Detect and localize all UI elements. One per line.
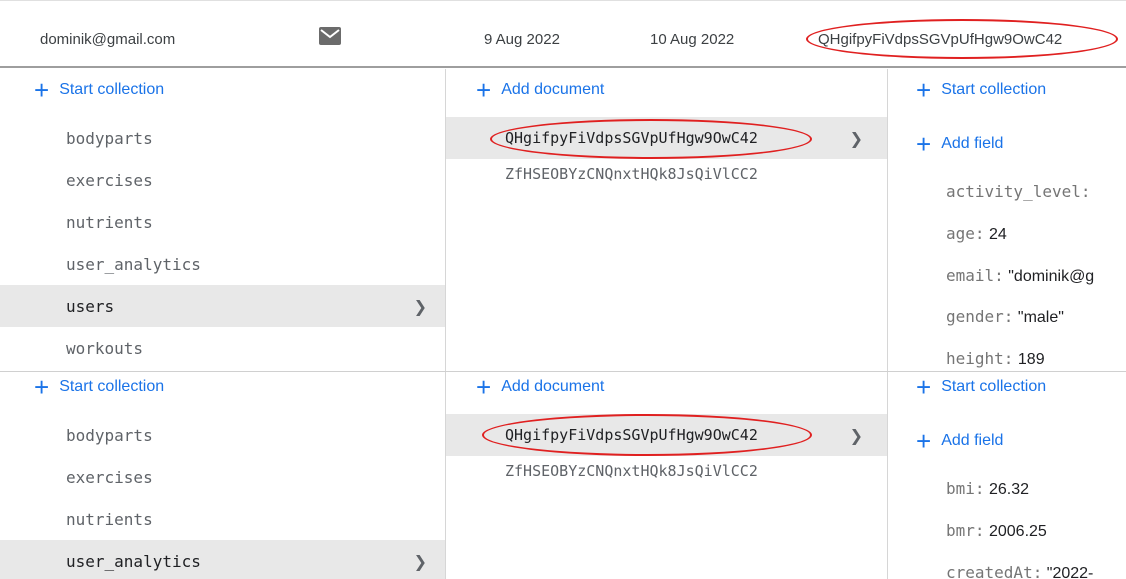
collection-item-exercises[interactable]: exercises <box>0 456 445 498</box>
start-collection-button[interactable]: + Start collection <box>916 374 1046 400</box>
mail-icon <box>319 27 341 45</box>
plus-icon: + <box>34 75 50 105</box>
chevron-right-icon: ❯ <box>849 426 863 445</box>
user-created-date: 9 Aug 2022 <box>484 31 560 48</box>
plus-icon: + <box>916 372 932 402</box>
collection-item-bodyparts[interactable]: bodyparts <box>0 117 445 159</box>
firestore-panel-user-analytics: + Start collection bodyparts exercises n… <box>0 371 1126 579</box>
add-field-button[interactable]: + Add field <box>916 131 1003 157</box>
plus-icon: + <box>476 75 492 105</box>
add-document-button[interactable]: + Add document <box>476 77 604 103</box>
user-email: dominik@gmail.com <box>40 31 176 48</box>
document-item[interactable]: ZfHSEOBYzCNQnxtHQk8JsQiVlCC2 <box>446 159 887 189</box>
add-document-button[interactable]: + Add document <box>476 374 604 400</box>
field-row[interactable]: age: 24 <box>946 224 1007 244</box>
firestore-panel-users: + Start collection bodyparts exercises n… <box>0 69 1126 371</box>
chevron-right-icon: ❯ <box>413 552 427 571</box>
start-collection-button[interactable]: + Start collection <box>34 77 164 103</box>
start-collection-button[interactable]: + Start collection <box>916 77 1046 103</box>
plus-icon: + <box>916 129 932 159</box>
document-column: + Start collection + Add field activity_… <box>888 69 1126 371</box>
user-uid: QHgifpyFiVdpsSGVpUfHgw9OwC42 <box>818 31 1063 48</box>
field-row[interactable]: gender: "male" <box>946 307 1064 327</box>
field-row[interactable]: height: 189 <box>946 349 1045 369</box>
collection-item-exercises[interactable]: exercises <box>0 159 445 201</box>
chevron-right-icon: ❯ <box>413 297 427 316</box>
plus-icon: + <box>34 372 50 402</box>
document-column: + Start collection + Add field bmi: 26.3… <box>888 372 1126 579</box>
collection-item-nutrients[interactable]: nutrients <box>0 201 445 243</box>
collection-item-user-analytics[interactable]: user_analytics <box>0 243 445 285</box>
add-field-button[interactable]: + Add field <box>916 428 1003 454</box>
plus-icon: + <box>916 426 932 456</box>
collection-column: + Add document QHgifpyFiVdpsSGVpUfHgw9Ow… <box>446 69 888 371</box>
field-row[interactable]: bmr: 2006.25 <box>946 521 1047 541</box>
plus-icon: + <box>476 372 492 402</box>
user-signed-in-date: 10 Aug 2022 <box>650 31 735 48</box>
root-column: + Start collection bodyparts exercises n… <box>0 69 446 371</box>
field-row[interactable]: bmi: 26.32 <box>946 479 1029 499</box>
plus-icon: + <box>916 75 932 105</box>
root-column: + Start collection bodyparts exercises n… <box>0 372 446 579</box>
document-item-selected[interactable]: QHgifpyFiVdpsSGVpUfHgw9OwC42 ❯ <box>446 117 887 159</box>
document-item-selected[interactable]: QHgifpyFiVdpsSGVpUfHgw9OwC42 ❯ <box>446 414 887 456</box>
field-row[interactable]: email: "dominik@g <box>946 266 1094 286</box>
collection-item-bodyparts[interactable]: bodyparts <box>0 414 445 456</box>
chevron-right-icon: ❯ <box>849 129 863 148</box>
user-row[interactable]: dominik@gmail.com 9 Aug 2022 10 Aug 2022… <box>0 0 1126 68</box>
collection-item-user-analytics[interactable]: user_analytics ❯ <box>0 540 445 579</box>
field-row[interactable]: activity_level: <box>946 182 1091 202</box>
field-row[interactable]: createdAt: "2022- <box>946 563 1093 579</box>
start-collection-button[interactable]: + Start collection <box>34 374 164 400</box>
collection-item-users[interactable]: users ❯ <box>0 285 445 327</box>
collection-item-nutrients[interactable]: nutrients <box>0 498 445 540</box>
document-item[interactable]: ZfHSEOBYzCNQnxtHQk8JsQiVlCC2 <box>446 456 887 486</box>
collection-item-workouts[interactable]: workouts <box>0 327 445 369</box>
collection-column: + Add document QHgifpyFiVdpsSGVpUfHgw9Ow… <box>446 372 888 579</box>
